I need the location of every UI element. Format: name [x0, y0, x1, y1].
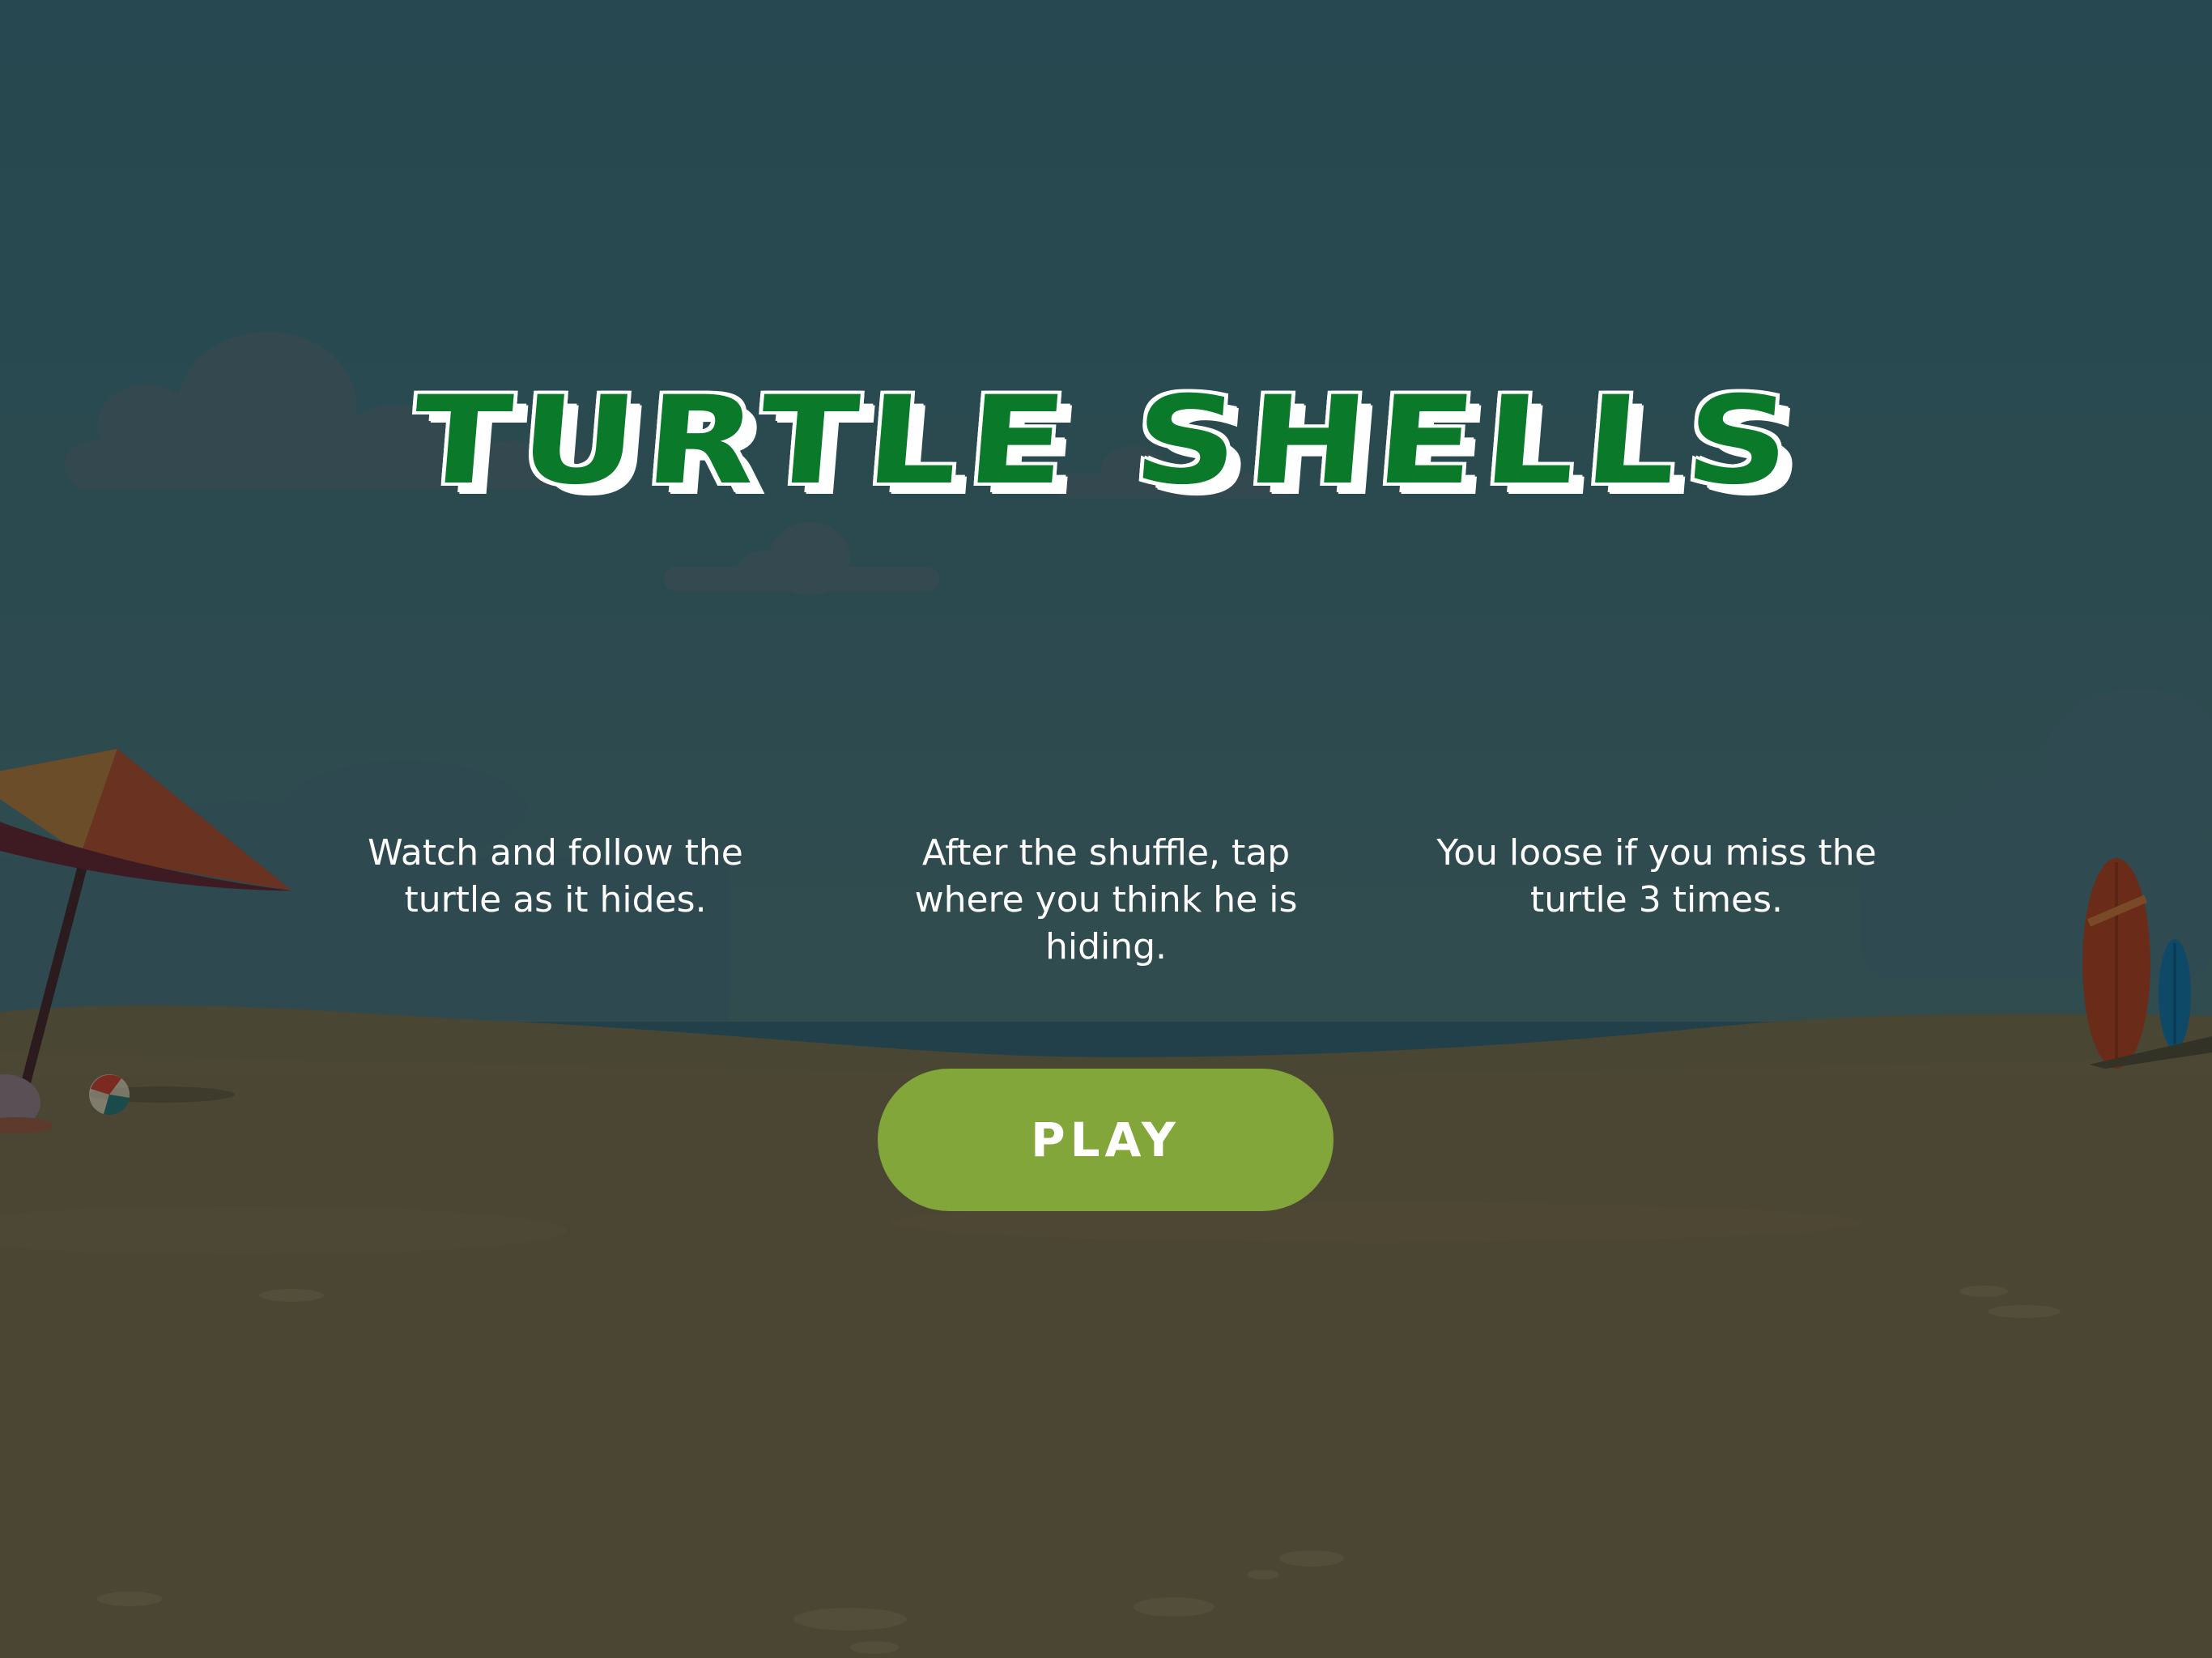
instruction-step-1: Watch and follow the turtle as it hides.	[368, 832, 743, 920]
game-start-screen: TURTLE SHELLS Watch and follow the turtl…	[0, 0, 2212, 1658]
play-button[interactable]: PLAY	[878, 1069, 1334, 1211]
instruction-step-2: After the shuffle, tap where you think h…	[914, 832, 1298, 967]
beach-ball-icon	[89, 1074, 130, 1116]
play-button-label: PLAY	[1031, 1112, 1180, 1167]
game-title: TURTLE SHELLS	[406, 371, 1806, 512]
beach-background	[0, 0, 2212, 1658]
surfboard-icon	[2082, 858, 2150, 1069]
surfboard-icon	[2159, 939, 2191, 1049]
instruction-step-3: You loose if you miss the turtle 3 times…	[1436, 832, 1877, 920]
